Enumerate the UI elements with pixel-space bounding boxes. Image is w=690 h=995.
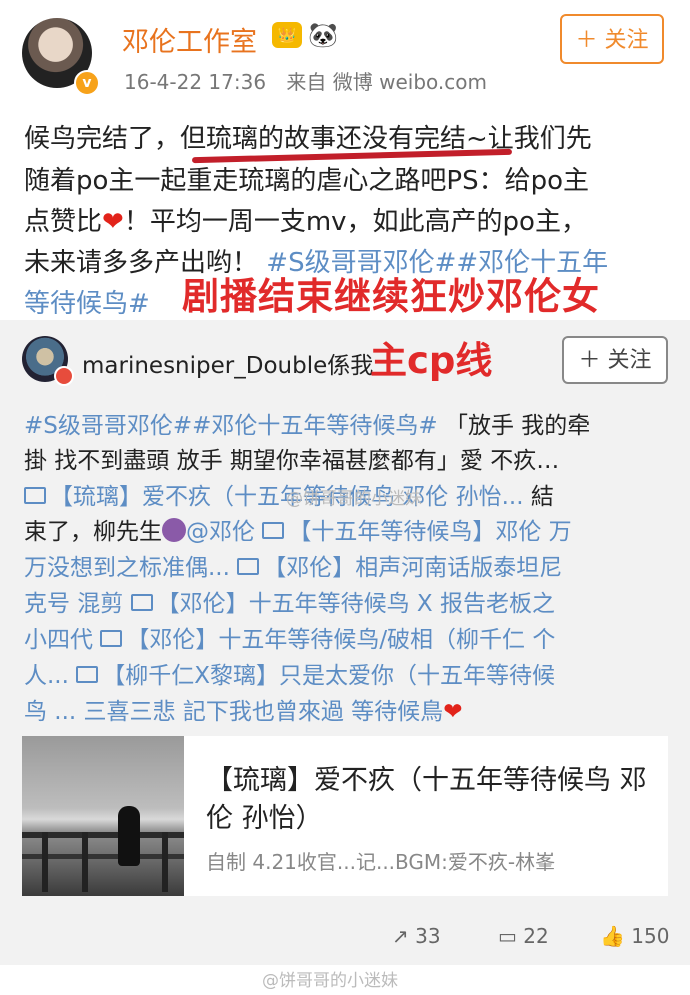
video-thumbnail[interactable] — [22, 736, 184, 896]
repost-follow-button[interactable]: ＋ 关注 — [562, 336, 668, 384]
follow-button[interactable]: ＋ 关注 — [560, 14, 664, 64]
like-action[interactable]: 👍 150 — [600, 924, 669, 948]
mention-link[interactable]: @邓伦 — [186, 519, 255, 545]
watermark: @饼哥哥的小迷妹 — [286, 489, 422, 509]
verified-badge-icon: v — [74, 70, 100, 96]
video-link[interactable]: 【邓伦】十五年等待候鸟 X 报告老板之 — [157, 591, 555, 617]
repost-line-2: 掛 找不到盡頭 放手 期望你幸福甚麼都有」愛 不疚… — [24, 448, 560, 474]
thumbnail-person — [118, 806, 140, 866]
hashtag-link[interactable]: 等待候鸟# — [24, 289, 150, 319]
card-subtitle: 自制 4.21收官...记...BGM:爱不疚-林峯 — [206, 850, 556, 874]
video-link[interactable]: 【邓伦】相声河南话版泰坦尼 — [263, 555, 562, 581]
repost-username[interactable]: marinesniper_Double係我 — [82, 346, 373, 380]
comment-icon: ▭ — [498, 924, 517, 948]
video-icon — [76, 666, 99, 683]
video-link[interactable]: 克号 混剪 — [24, 591, 123, 617]
repost-line-5: 万没想到之标准偶... 【邓伦】相声河南话版泰坦尼 — [24, 548, 562, 582]
video-link[interactable]: 【十五年等待候鸟】邓伦 万 — [288, 519, 571, 545]
card-title[interactable]: 【琉璃】爱不疚（十五年等待候鸟 邓伦 孙怡） — [206, 762, 656, 838]
overlay-annotation-line-2: 主cp线 — [370, 339, 493, 382]
repost-line-7: 小四代 【邓伦】十五年等待候鸟/破相（柳千仁 个 — [24, 620, 555, 654]
post-text-line-5: 等待候鸟# — [24, 283, 150, 320]
repost-line-8: 人... 【柳千仁X黎璃】只是太爱你（十五年等待候 — [24, 656, 555, 690]
thumbs-up-icon: 👍 — [600, 924, 625, 948]
video-link[interactable]: 【邓伦】十五年等待候鸟/破相（柳千仁 个 — [126, 627, 555, 653]
post-text-segment: 点赞比 — [24, 207, 103, 237]
heart-icon: ❤ — [102, 207, 124, 237]
crown-icon: 👑 — [272, 22, 302, 48]
watermark: @饼哥哥的小迷妹 — [262, 971, 398, 991]
repost-text-segment: 結 — [530, 484, 554, 510]
repost-line-1: #S级哥哥邓伦##邓伦十五年等待候鸟# 「放手 我的牵 — [24, 406, 590, 440]
comment-action[interactable]: ▭ 22 — [498, 924, 549, 948]
repost-action[interactable]: ↗ 33 — [392, 924, 441, 948]
user-badge-icon — [54, 366, 74, 386]
panda-icon: 🐼 — [308, 21, 338, 49]
video-icon — [24, 487, 46, 504]
comment-count: 22 — [523, 924, 549, 948]
post-time: 16-4-22 17:36 — [124, 70, 267, 94]
repost-text-segment: 「放手 我的牵 — [445, 413, 591, 439]
repost-line-4: 束了，柳先生 @邓伦 【十五年等待候鸟】邓伦 万 — [24, 512, 572, 546]
like-count: 150 — [631, 924, 670, 948]
video-link[interactable]: 鸟 ... 三喜三悲 記下我也曾來過 等待候鳥 — [24, 699, 443, 725]
video-link[interactable]: 人... — [24, 663, 69, 689]
post-source: 来自 微博 weibo.com — [286, 70, 488, 94]
author-name[interactable]: 邓伦工作室 — [122, 20, 257, 59]
heart-icon: ❤ — [443, 699, 463, 725]
post-text-line-2: 随着po主一起重走琉璃的虐心之路吧PS：给po主 — [24, 166, 590, 196]
post-meta: 16-4-22 17:36 来自 微博 weibo.com — [124, 66, 487, 95]
repost-text-segment: 束了，柳先生 — [24, 519, 162, 545]
video-link[interactable]: 万没想到之标准偶... — [24, 555, 230, 581]
video-link[interactable]: 小四代 — [24, 627, 93, 653]
thumbnail-post — [162, 832, 168, 892]
post-text-segment: ！平均一周一支mv，如此高产的po主， — [123, 207, 587, 237]
hashtag-link[interactable]: #S级哥哥邓伦##邓伦十五年等待候鸟# — [24, 413, 438, 439]
woman-emoji-icon — [162, 517, 186, 542]
repost-count: 33 — [415, 924, 441, 948]
repost-line-9: 鸟 ... 三喜三悲 記下我也曾來過 等待候鳥❤ — [24, 692, 462, 726]
thumbnail-post — [82, 832, 88, 892]
video-icon — [262, 522, 285, 539]
video-icon — [100, 630, 123, 647]
post-text-line-3: 点赞比❤！平均一周一支mv，如此高产的po主， — [24, 201, 587, 238]
share-icon: ↗ — [392, 924, 409, 948]
video-link[interactable]: 【柳千仁X黎璃】只是太爱你（十五年等待候 — [102, 663, 555, 689]
thumbnail-post — [42, 832, 48, 892]
repost-line-6: 克号 混剪 【邓伦】十五年等待候鸟 X 报告老板之 — [24, 584, 555, 618]
overlay-annotation-line-1: 剧播结束继续狂炒邓伦女 — [182, 275, 600, 318]
video-icon — [130, 594, 153, 611]
video-icon — [237, 558, 260, 575]
